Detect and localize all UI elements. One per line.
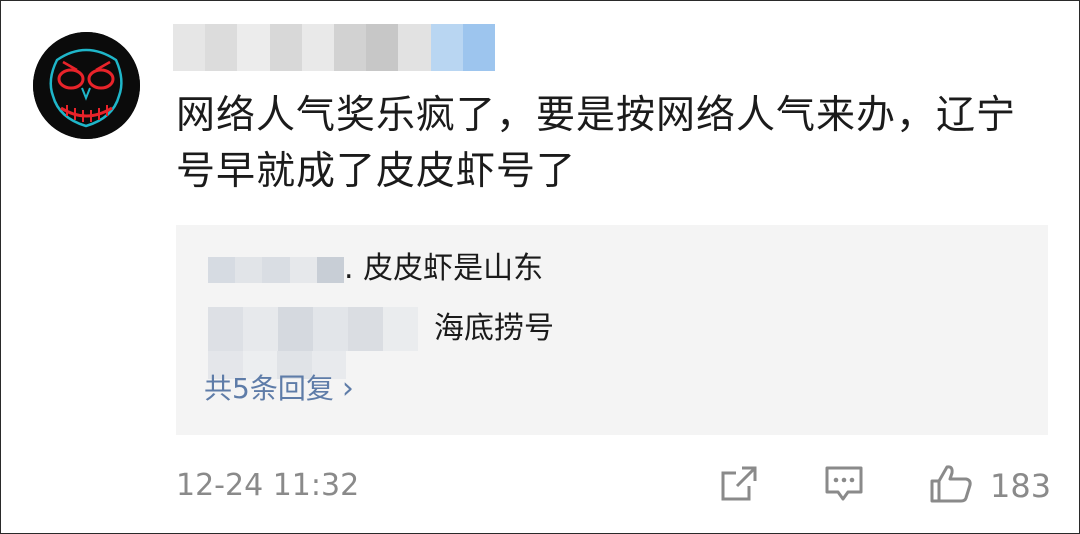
skull-mask-avatar-icon [33,32,140,139]
reply-text: . 皮皮虾是山东 [344,251,544,286]
comment-button[interactable] [822,463,866,509]
reply-author-blurred[interactable] [208,307,418,351]
reply-author-blurred[interactable] [208,257,345,283]
reply-count-label: 共5条回复 [204,372,334,405]
like-button[interactable] [928,463,974,509]
reply-preview-box[interactable]: . 皮皮虾是山东 海底捞号 共5条回复 › [176,225,1048,435]
comment-timestamp: 12-24 11:32 [176,468,360,503]
chevron-right-icon: › [341,371,354,406]
comment-icon [825,466,863,501]
thumbs-up-icon [930,465,972,503]
like-count: 183 [990,467,1052,505]
comment-text: 网络人气奖乐疯了，要是按网络人气来办，辽宁号早就成了皮皮虾号了 [176,93,1017,194]
user-avatar[interactable] [33,32,140,139]
share-button[interactable] [718,463,760,509]
username-blurred[interactable] [173,24,495,71]
reply-text: 海底捞号 [434,311,554,346]
view-all-replies-link[interactable]: 共5条回复 › [204,369,354,409]
share-icon [721,466,757,501]
